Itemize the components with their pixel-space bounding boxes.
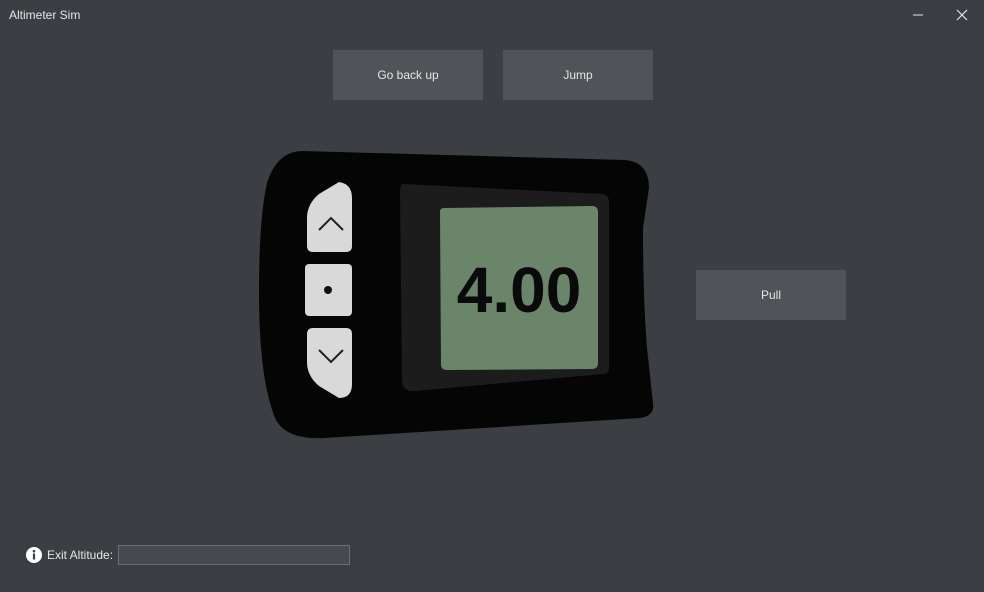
center-button[interactable] [305, 264, 352, 316]
minimize-icon [913, 14, 923, 16]
altitude-readout: 4.00 [457, 254, 582, 326]
info-icon [26, 547, 42, 563]
minimize-button[interactable] [896, 0, 940, 30]
title-bar: Altimeter Sim [0, 0, 984, 30]
close-icon [956, 9, 968, 21]
close-button[interactable] [940, 0, 984, 30]
jump-button[interactable]: Jump [503, 50, 653, 100]
altimeter-device: 4.00 [259, 151, 654, 439]
go-back-up-button[interactable]: Go back up [333, 50, 483, 100]
exit-altitude-input[interactable] [118, 545, 351, 565]
exit-altitude-row: Exit Altitude: [26, 544, 351, 566]
pull-button[interactable]: Pull [696, 270, 846, 320]
exit-altitude-label: Exit Altitude: [47, 548, 114, 562]
dot-icon [324, 286, 332, 294]
window-title: Altimeter Sim [9, 8, 81, 22]
